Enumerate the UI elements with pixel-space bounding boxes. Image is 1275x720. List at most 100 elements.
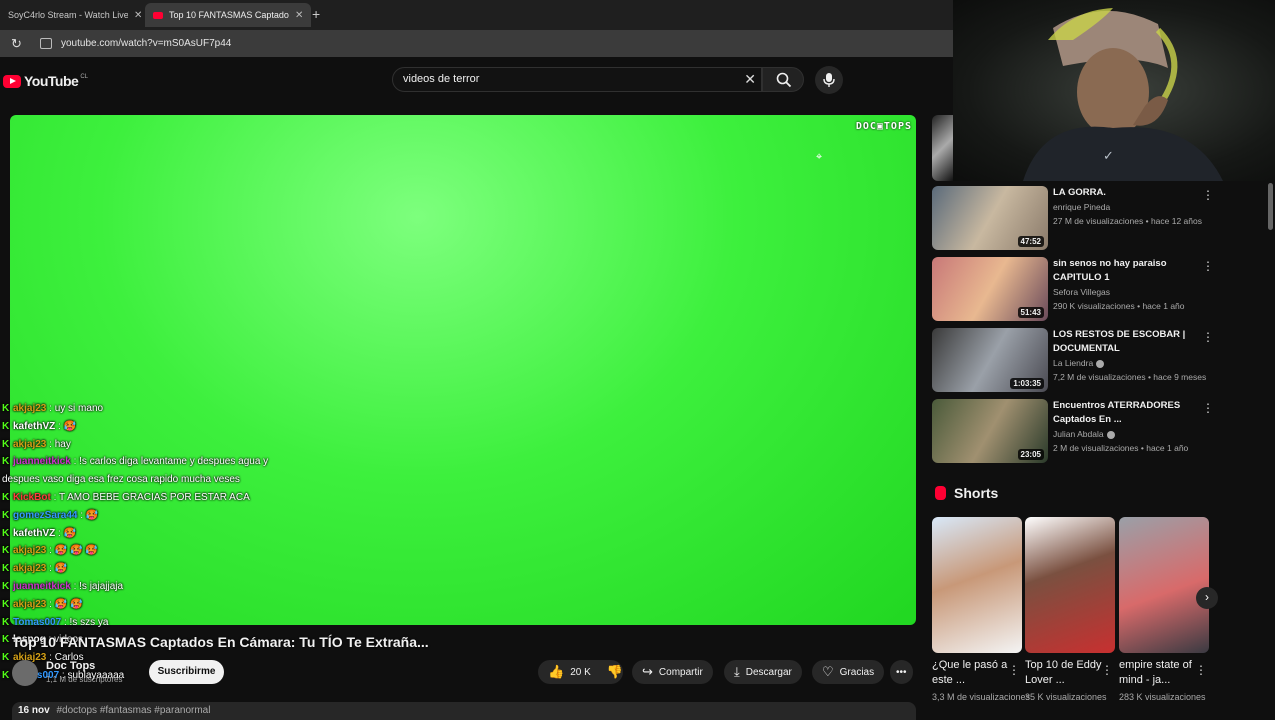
recommended-video[interactable]: 47:52 LA GORRA. enrique Pineda 27 M de visu… [932, 186, 1222, 252]
channel-name[interactable]: Julian Abdala [1053, 429, 1104, 439]
thanks-label: Gracias [839, 666, 875, 678]
thumbs-down-icon[interactable]: 👎 [607, 664, 623, 680]
like-button[interactable]: 👍 20 K 👎 [538, 660, 623, 684]
youtube-logo[interactable]: YouTube CL [3, 73, 88, 89]
more-vert-icon[interactable]: ⋮ [1202, 401, 1214, 415]
recommended-video[interactable]: 23:05 Encuentros ATERRADORES Captados En … [932, 399, 1222, 465]
search-input[interactable]: videos de terror [403, 73, 479, 85]
recommended-title[interactable]: Encuentros ATERRADORES Captados En ... [1053, 399, 1203, 427]
chat-message: Kjuanneitkick : !s carlos diga levantame… [2, 453, 277, 489]
chat-message: Kakjaj23 : uy si mano [2, 400, 277, 418]
channel-name[interactable]: enrique Pineda [1053, 202, 1110, 212]
recommended-video[interactable]: 51:43 sin senos no hay paraiso CAPITULO 1… [932, 257, 1222, 323]
kick-badge-icon: K [2, 438, 10, 450]
kick-badge-icon: K [2, 598, 10, 610]
recommended-channel[interactable]: enrique Pineda [1053, 202, 1110, 212]
chat-separator: : [46, 545, 55, 557]
short-views: 283 K visualizaciones [1119, 692, 1206, 702]
recommended-channel[interactable]: La Liendra [1053, 358, 1105, 368]
short-title[interactable]: Top 10 de Eddy Lover ... [1025, 658, 1107, 688]
short-title[interactable]: empire state of mind - ja... [1119, 658, 1201, 688]
recommended-meta: 7,2 M de visualizaciones • hace 9 meses [1053, 372, 1207, 382]
chevron-right-icon[interactable]: › [1196, 587, 1218, 609]
thanks-button[interactable]: ♡ Gracias [812, 660, 885, 684]
address-bar: ↻ youtube.com/watch?v=mS0AsUF7p44 [0, 30, 955, 57]
search-icon [776, 72, 792, 88]
recommended-title[interactable]: LA GORRA. [1053, 186, 1203, 200]
logo-text: YouTube [24, 73, 79, 89]
tab-stream[interactable]: SoyC4rlo Stream - Watch Live o ✕ [0, 3, 150, 27]
close-icon[interactable]: ✕ [134, 10, 142, 21]
svg-text:✓: ✓ [1103, 149, 1114, 164]
chat-text: 🥵 [63, 527, 77, 539]
recommended-title[interactable]: sin senos no hay paraiso CAPITULO 1 [1053, 257, 1203, 285]
video-thumbnail[interactable]: 23:05 [932, 399, 1048, 463]
close-icon[interactable]: ✕ [295, 10, 303, 21]
streamer-silhouette: ✓ [1023, 8, 1223, 181]
site-info-icon[interactable] [40, 38, 52, 49]
tab-youtube[interactable]: Top 10 FANTASMAS Captados E ✕ [145, 3, 312, 27]
url-field[interactable]: youtube.com/watch?v=mS0AsUF7p44 [61, 38, 231, 49]
description-box[interactable]: 16 nov #doctops #fantasmas #paranormal [12, 702, 916, 720]
recommended-channel[interactable]: Julian Abdala [1053, 429, 1115, 439]
short-title[interactable]: ¿Que le pasó a este ... [932, 658, 1014, 688]
like-count: 20 K [570, 666, 591, 678]
chat-message: Kakjaj23 : 🥵 🥵 [2, 596, 277, 614]
chat-text: uy si mano [54, 403, 104, 414]
channel-name[interactable]: La Liendra [1053, 358, 1093, 368]
more-vert-icon[interactable]: ⋮ [1202, 188, 1214, 202]
more-vert-icon[interactable]: ⋮ [1202, 259, 1214, 273]
channel-name[interactable]: Doc Tops [46, 660, 95, 672]
share-button[interactable]: ↪ Compartir [632, 660, 713, 684]
recommended-title[interactable]: LOS RESTOS DE ESCOBAR | DOCUMENTAL [1053, 328, 1203, 356]
kick-badge-icon: K [2, 491, 10, 503]
search-button[interactable] [762, 67, 804, 92]
chat-separator: : [46, 438, 55, 450]
chat-separator: : [61, 616, 70, 628]
video-thumbnail[interactable]: 47:52 [932, 186, 1048, 250]
hashtags[interactable]: #doctops #fantasmas #paranormal [56, 705, 210, 716]
avatar[interactable] [12, 660, 38, 686]
chat-username: kafethVZ [13, 420, 56, 432]
scrollbar[interactable] [1268, 183, 1273, 230]
heart-dollar-icon: ♡ [822, 664, 834, 679]
download-icon: ⤓ [734, 664, 740, 679]
more-vert-icon[interactable]: ⋮ [1008, 663, 1020, 677]
verified-icon [1096, 359, 1105, 368]
voice-search-button[interactable] [815, 66, 843, 94]
channel-name[interactable]: Sefora Villegas [1053, 287, 1110, 297]
recommended-video[interactable]: 1:03:35 LOS RESTOS DE ESCOBAR | DOCUMENTA… [932, 328, 1222, 394]
video-thumbnail[interactable]: 1:03:35 [932, 328, 1048, 392]
short-thumbnail[interactable] [932, 517, 1022, 653]
kick-badge-icon: K [2, 652, 10, 664]
chat-username: kafethVZ [13, 527, 56, 539]
chat-message: K Tomas007 : !s szs ya [2, 614, 277, 632]
more-vert-icon[interactable]: ⋮ [1195, 663, 1207, 677]
short-views: 35 K visualizaciones [1025, 692, 1107, 702]
chat-message: Kakjaj23 : 🥵 🥵 🥵 [2, 542, 277, 560]
kick-badge-icon: K [2, 456, 10, 468]
youtube-logo-icon [3, 74, 21, 88]
duration-badge: 47:52 [1017, 236, 1044, 247]
short-thumbnail[interactable] [1119, 517, 1209, 653]
recommended-channel[interactable]: Sefora Villegas [1053, 287, 1110, 297]
chat-username: gomezSara44 [13, 509, 78, 521]
more-actions-button[interactable]: ••• [890, 660, 913, 684]
short-thumbnail[interactable] [1025, 517, 1115, 653]
more-vert-icon[interactable]: ⋮ [1202, 330, 1214, 344]
new-tab-button[interactable]: + [312, 6, 320, 22]
more-vert-icon[interactable]: ⋮ [1101, 663, 1113, 677]
reload-icon[interactable]: ↻ [11, 36, 22, 52]
partial-thumbnail[interactable] [932, 115, 953, 181]
chat-message: Kakjaj23 : 🥵 [2, 560, 277, 578]
kick-badge-icon: K [2, 527, 10, 539]
kick-badge-icon: K [2, 509, 10, 521]
video-thumbnail[interactable]: 51:43 [932, 257, 1048, 321]
subscribe-button[interactable]: Suscribirme [149, 660, 224, 684]
chat-username: Tomas007 [13, 616, 62, 628]
shorts-heading: Shorts [935, 485, 998, 501]
clear-icon[interactable]: ✕ [744, 71, 756, 88]
download-button[interactable]: ⤓ Descargar [724, 660, 802, 684]
chat-username: akjaj23 [13, 545, 47, 557]
search-box[interactable]: videos de terror ✕ [392, 67, 762, 92]
